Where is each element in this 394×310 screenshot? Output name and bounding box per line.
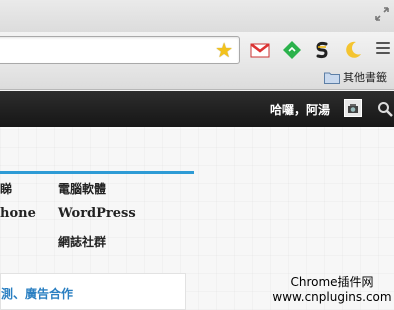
bookmark-folder-label: 其他書籤 xyxy=(343,71,387,84)
site-header: 哈囉，阿湯 xyxy=(0,91,394,127)
browser-toolbar: ★ xyxy=(0,32,394,66)
night-mode-extension-icon[interactable] xyxy=(343,40,363,60)
ad-cooperation-link[interactable]: 測、廣告合作 xyxy=(1,285,73,302)
menu-item-col1-1[interactable]: 睇 xyxy=(0,180,12,197)
folder-icon xyxy=(324,72,340,84)
watermark-line1: Chrome插件网 xyxy=(290,275,374,289)
address-bar[interactable]: ★ xyxy=(0,36,240,64)
gmail-extension-icon[interactable] xyxy=(250,40,270,60)
info-panel: 測、廣告合作 xyxy=(0,273,186,310)
shortcut-extension-icon[interactable] xyxy=(312,40,332,60)
page-content: 睇 hone 電腦軟體 WordPress 網誌社群 測、廣告合作 Chrome… xyxy=(0,127,394,310)
menu-item-col1-2[interactable]: hone xyxy=(0,206,36,221)
watermark: Chrome插件网 www.cnplugins.com xyxy=(270,275,394,305)
browser-menu-icon[interactable] xyxy=(376,42,390,56)
feedly-extension-icon[interactable] xyxy=(282,40,302,60)
browser-titlebar xyxy=(0,0,394,32)
dropdown-accent-bar xyxy=(0,171,194,174)
menu-item-social[interactable]: 網誌社群 xyxy=(58,233,106,250)
user-avatar[interactable] xyxy=(344,99,362,117)
window-restore-icon[interactable] xyxy=(374,6,390,22)
menu-item-software[interactable]: 電腦軟體 xyxy=(58,180,106,197)
menu-item-wordpress[interactable]: WordPress xyxy=(58,206,136,221)
user-greeting[interactable]: 哈囉，阿湯 xyxy=(270,101,330,118)
watermark-line2: www.cnplugins.com xyxy=(272,290,392,304)
bookmark-star-icon[interactable]: ★ xyxy=(215,40,233,60)
avatar-image-icon xyxy=(345,100,361,116)
bookmarks-bar: 其他書籤 xyxy=(0,66,394,90)
search-icon[interactable] xyxy=(377,101,393,117)
bookmark-folder-other[interactable]: 其他書籤 xyxy=(324,69,387,85)
